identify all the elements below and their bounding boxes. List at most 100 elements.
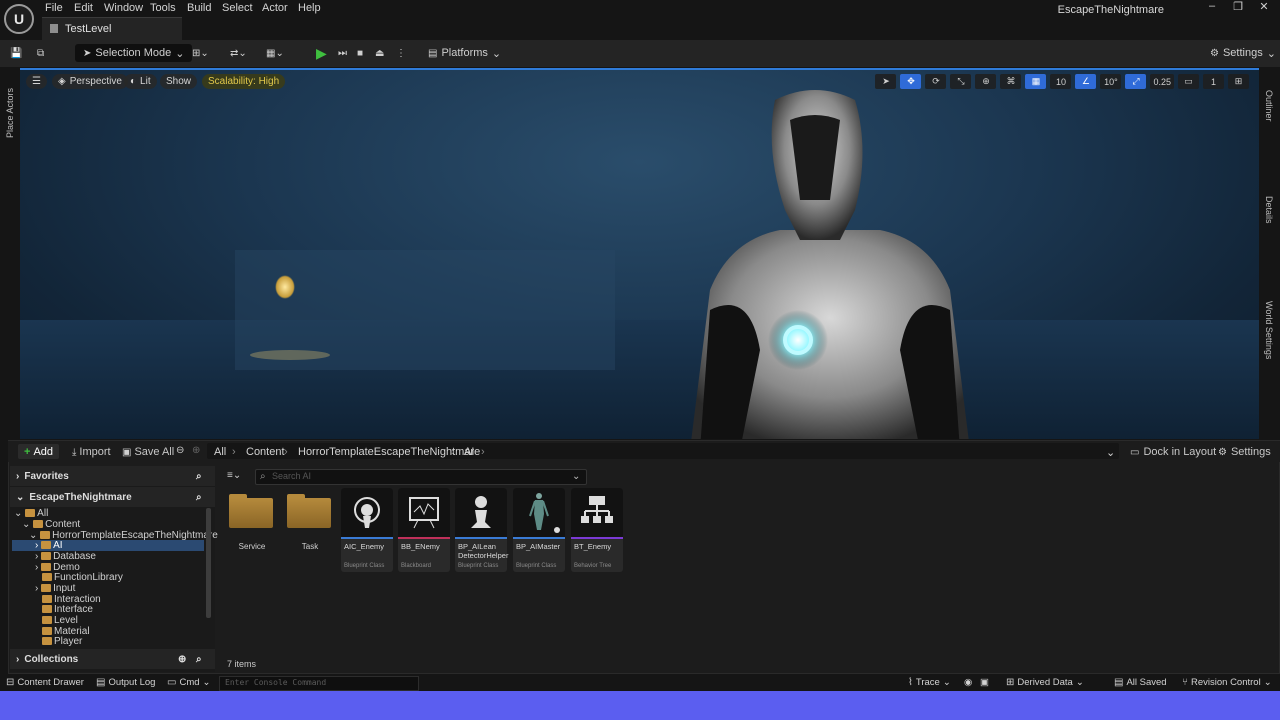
scalability-button[interactable]: Scalability: High: [202, 74, 286, 89]
search-icon[interactable]: ⌕: [196, 654, 202, 665]
asset-bp-aimaster[interactable]: BP_AIMaster Blueprint Class: [513, 488, 565, 572]
platforms-dropdown[interactable]: ▤ Platforms ⌄: [428, 43, 501, 63]
blueprint-icon[interactable]: ⇄⌄: [230, 43, 247, 63]
camera-speed-icon[interactable]: ▭: [1178, 74, 1199, 89]
rotation-snap-value[interactable]: 10°: [1100, 74, 1122, 89]
cmd-dropdown[interactable]: ▭ Cmd ⌄: [167, 677, 210, 688]
filter-icon[interactable]: ≡⌄: [227, 470, 241, 481]
scale-tool-icon[interactable]: ⤡: [950, 74, 972, 89]
level-viewport[interactable]: ☰ ◈ Perspective ◐ Lit Show Scalability: …: [20, 68, 1259, 439]
folder-service-label: Service: [238, 542, 266, 551]
breadcrumb-all[interactable]: All: [214, 446, 226, 458]
perspective-button[interactable]: ◈ Perspective: [52, 74, 128, 89]
search-icon[interactable]: ⌕: [196, 492, 202, 503]
place-actors-tab[interactable]: Place Actors: [5, 88, 15, 138]
scale-snap-value[interactable]: 0.25: [1150, 74, 1174, 89]
grid-snap-icon[interactable]: ▦: [1025, 74, 1047, 89]
scale-snap-icon[interactable]: ⤢: [1125, 74, 1147, 89]
asset-bp-ailean-detector-helper[interactable]: BP_AILean DetectorHelper Blueprint Class: [455, 488, 508, 572]
eject-icon[interactable]: ⏏: [375, 43, 384, 63]
tree-item-all[interactable]: ⌄ All: [14, 508, 48, 519]
details-tab[interactable]: Details: [1264, 196, 1274, 224]
dock-in-layout-button[interactable]: ▭ Dock in Layout: [1130, 446, 1216, 458]
project-header[interactable]: ⌄ EscapeTheNightmare ⌕: [10, 487, 215, 507]
record-icon[interactable]: ◉: [964, 677, 972, 688]
asset-aic-enemy[interactable]: AIC_Enemy Blueprint Class: [341, 488, 393, 572]
back-icon[interactable]: ⊖: [176, 445, 184, 456]
breadcrumb-content[interactable]: Content: [246, 446, 285, 458]
play-icon[interactable]: ▶: [316, 43, 327, 63]
save-all-button[interactable]: ▣ Save All: [122, 446, 174, 458]
folder-task[interactable]: [287, 494, 331, 528]
asset-search-input[interactable]: ⌕ Search AI ⌄: [255, 469, 587, 485]
camera-speed-value[interactable]: 1: [1203, 74, 1224, 89]
select-tool-icon[interactable]: ➤: [875, 74, 897, 89]
viewport-menu-button[interactable]: ☰: [26, 74, 47, 89]
menu-build[interactable]: Build: [187, 2, 211, 14]
play-next-icon[interactable]: ⏭: [338, 43, 347, 63]
add-collection-icon[interactable]: ⊕: [178, 654, 186, 665]
tree-item-level[interactable]: Level: [42, 615, 78, 626]
tree-scrollbar[interactable]: [206, 508, 211, 618]
add-button[interactable]: + Add: [18, 444, 60, 459]
menu-actor[interactable]: Actor: [262, 2, 288, 14]
trace-dropdown[interactable]: ⌇ Trace ⌄: [908, 677, 951, 688]
minimize-icon[interactable]: –: [1198, 0, 1226, 16]
import-button[interactable]: ⤓ Import: [72, 446, 111, 458]
show-button[interactable]: Show: [160, 74, 198, 89]
browse-icon[interactable]: ⧉: [37, 43, 44, 63]
add-actor-icon[interactable]: ⊞⌄: [192, 43, 209, 63]
surface-snap-icon[interactable]: ⌘: [1000, 74, 1022, 89]
level-tab[interactable]: TestLevel: [42, 17, 182, 40]
menu-help[interactable]: Help: [298, 2, 321, 14]
menu-select[interactable]: Select: [222, 2, 253, 14]
tree-item-ai[interactable]: › AI: [35, 540, 63, 551]
menu-edit[interactable]: Edit: [74, 2, 93, 14]
rotation-snap-icon[interactable]: ∠: [1075, 74, 1097, 89]
menu-tools[interactable]: Tools: [150, 2, 176, 14]
menu-window[interactable]: Window: [104, 2, 143, 14]
tree-item-input[interactable]: › Input: [35, 583, 75, 594]
tree-item-interface[interactable]: Interface: [42, 604, 93, 615]
favorites-header[interactable]: › Favorites ⌕: [10, 466, 215, 486]
save-icon[interactable]: 💾: [10, 43, 22, 63]
rotate-tool-icon[interactable]: ⟳: [925, 74, 947, 89]
world-settings-tab[interactable]: World Settings: [1264, 301, 1274, 359]
unreal-logo-icon[interactable]: U: [4, 4, 34, 34]
asset-bt-enemy[interactable]: BT_Enemy Behavior Tree: [571, 488, 623, 572]
tree-item-database[interactable]: › Database: [35, 551, 96, 562]
cinematics-icon[interactable]: ▦⌄: [266, 43, 284, 63]
tree-item-function-library[interactable]: FunctionLibrary: [42, 572, 123, 583]
maximize-icon[interactable]: ❐: [1224, 0, 1252, 16]
search-icon[interactable]: ⌕: [196, 471, 202, 482]
more-options-icon[interactable]: ⋮: [396, 43, 406, 63]
grid-snap-value[interactable]: 10: [1050, 74, 1072, 89]
screenshot-icon[interactable]: ▣: [980, 677, 989, 688]
lit-button[interactable]: ◐ Lit: [124, 74, 157, 89]
close-icon[interactable]: ✕: [1250, 0, 1278, 16]
chevron-right-icon: ›: [284, 446, 288, 458]
all-saved-button[interactable]: ▤ All Saved: [1114, 677, 1167, 688]
breadcrumb-ai[interactable]: AI: [464, 446, 474, 458]
tree-item-content[interactable]: ⌄ Content: [22, 519, 80, 530]
derived-data-dropdown[interactable]: ⊞ Derived Data ⌄: [1006, 677, 1084, 688]
world-space-icon[interactable]: ⊕: [975, 74, 997, 89]
breadcrumb-history-dropdown[interactable]: ⌄: [1106, 446, 1115, 459]
asset-bb-enemy[interactable]: BB_ENemy Blackboard: [398, 488, 450, 572]
collections-header[interactable]: › Collections ⊕ ⌕: [10, 649, 215, 669]
outliner-tab[interactable]: Outliner: [1264, 90, 1274, 122]
settings-button[interactable]: ⚙ Settings ⌄: [1210, 43, 1276, 63]
move-tool-icon[interactable]: ✥: [900, 74, 922, 89]
revision-control-dropdown[interactable]: ⑂ Revision Control ⌄: [1182, 677, 1272, 688]
console-input[interactable]: Enter Console Command: [219, 676, 419, 691]
stop-icon[interactable]: ■: [357, 43, 363, 63]
forward-icon[interactable]: ⊕: [192, 445, 200, 456]
output-log-button[interactable]: ▤ Output Log: [96, 677, 155, 688]
selection-mode-dropdown[interactable]: ➤ Selection Mode ⌄: [75, 43, 193, 63]
content-drawer-button[interactable]: ⊟ Content Drawer: [6, 677, 84, 688]
tree-item-player[interactable]: Player: [42, 636, 82, 647]
content-settings-button[interactable]: ⚙ Settings: [1218, 446, 1271, 458]
menu-file[interactable]: File: [45, 2, 63, 14]
folder-service[interactable]: [229, 494, 273, 528]
maximize-viewport-icon[interactable]: ⊞: [1228, 74, 1249, 89]
